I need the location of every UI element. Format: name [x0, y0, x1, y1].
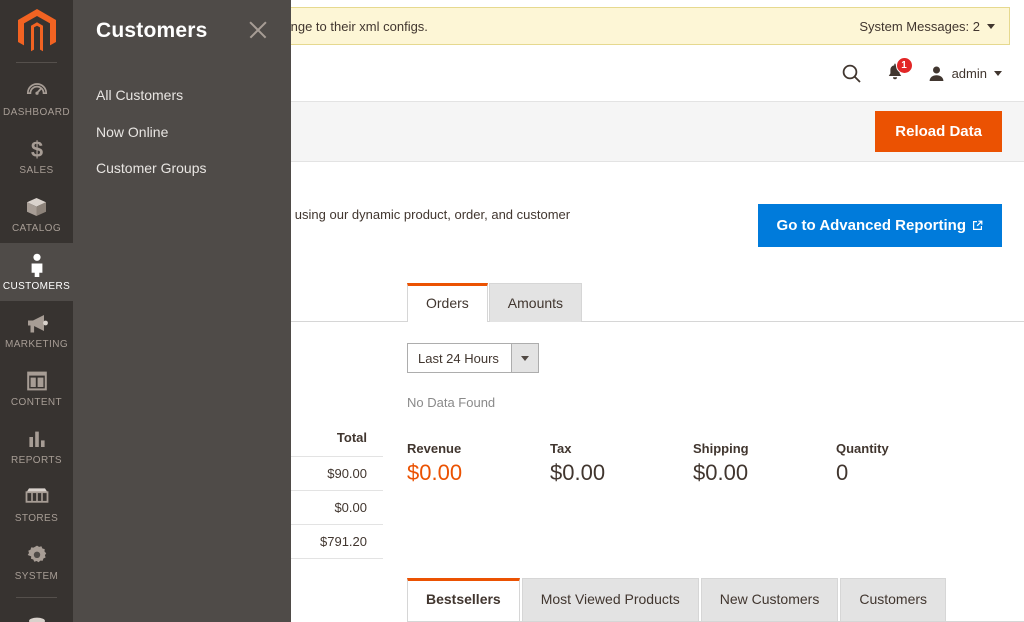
gear-icon	[2, 542, 71, 568]
bar-chart-icon	[2, 426, 71, 452]
dollar-icon: $	[2, 136, 71, 162]
sidebar-item-customers[interactable]: CUSTOMERS	[0, 243, 73, 301]
tab-amounts[interactable]: Amounts	[488, 283, 583, 322]
tab-new-customers[interactable]: New Customers	[700, 578, 839, 621]
sidebar-item-label: STORES	[14, 513, 59, 524]
svg-text:$: $	[30, 137, 42, 162]
user-avatar-icon	[929, 66, 943, 81]
box-icon	[2, 194, 71, 220]
tab-most-viewed-products[interactable]: Most Viewed Products	[521, 578, 699, 621]
sidebar-item-content[interactable]: CONTENT	[0, 359, 73, 417]
sidebar-item-label: CATALOG	[11, 223, 62, 234]
search-icon[interactable]	[841, 63, 862, 84]
stat-revenue: Revenue $0.00	[407, 441, 550, 486]
flyout-item-customer-groups[interactable]: Customer Groups	[73, 157, 291, 194]
sidebar-item-label: SALES	[19, 165, 54, 176]
sidebar-item-label: CUSTOMERS	[2, 281, 71, 292]
stat-quantity: Quantity 0	[836, 441, 979, 486]
sidebar-item-label: DASHBOARD	[3, 107, 70, 118]
stat-label: Tax	[550, 441, 572, 456]
chevron-down-icon	[994, 70, 1002, 76]
user-menu[interactable]: admin	[928, 65, 1002, 82]
sidebar-item-system[interactable]: SYSTEM	[0, 533, 73, 591]
sidebar-item-label: CONTENT	[10, 397, 63, 408]
extension-box-icon	[2, 613, 71, 622]
period-select[interactable]: Last 24 Hours	[407, 343, 539, 373]
admin-dashboard-page: ave been reset because of a change to th…	[0, 0, 1024, 622]
sidebar-item-label: MARKETING	[4, 339, 69, 350]
notifications-button[interactable]: 1	[885, 56, 913, 84]
go-to-advanced-reporting-button[interactable]: Go to Advanced Reporting	[757, 204, 1002, 247]
tab-bestsellers[interactable]: Bestsellers	[407, 578, 520, 621]
notifications-badge: 1	[895, 56, 913, 74]
chevron-down-icon	[987, 23, 995, 29]
flyout-header: Customers	[73, 0, 291, 62]
person-icon	[2, 252, 71, 278]
tab-orders[interactable]: Orders	[407, 283, 488, 322]
stat-shipping: Shipping $0.00	[693, 441, 836, 486]
period-select-value: Last 24 Hours	[418, 350, 499, 366]
sidebar-item-find-partners-extensions[interactable]: FIND PARTNERS & EXTENSIONS	[0, 604, 73, 622]
chevron-down-icon[interactable]	[510, 344, 538, 372]
flyout-title: Customers	[96, 19, 208, 42]
flyout-links: All Customers Now Online Customer Groups	[73, 62, 291, 194]
storefront-icon	[2, 484, 71, 510]
tab-customers[interactable]: Customers	[840, 578, 947, 621]
customers-flyout-menu: Customers All Customers Now Online Custo…	[73, 0, 291, 622]
stats-row: Revenue $0.00 Tax $0.00 Shipping $0.00 Q…	[407, 441, 1002, 486]
layout-icon	[2, 368, 71, 394]
sidebar-item-catalog[interactable]: CATALOG	[0, 185, 73, 243]
sidebar-nav: DASHBOARD $ SALES CATALOG CUSTOMERS MARK…	[0, 0, 73, 622]
magento-logo[interactable]	[0, 0, 73, 62]
sidebar-item-label: SYSTEM	[14, 571, 59, 582]
stat-label: Quantity	[836, 441, 889, 456]
stat-tax: Tax $0.00	[550, 441, 693, 486]
user-name-label: admin	[951, 65, 987, 81]
sidebar-item-marketing[interactable]: MARKETING	[0, 301, 73, 359]
stat-value: $0.00	[550, 460, 606, 485]
sidebar-item-sales[interactable]: $ SALES	[0, 127, 73, 185]
system-messages-toggle[interactable]: System Messages: 2	[859, 19, 995, 34]
stat-label: Shipping	[693, 441, 749, 456]
sidebar-divider-bottom	[16, 597, 57, 598]
bottom-tabs: Bestsellers Most Viewed Products New Cus…	[407, 578, 1024, 622]
sidebar-item-label: REPORTS	[11, 455, 62, 466]
sidebar-item-stores[interactable]: STORES	[0, 475, 73, 533]
sidebar-item-dashboard[interactable]: DASHBOARD	[0, 69, 73, 127]
sidebar-divider-top	[16, 62, 57, 63]
dashboard-gauge-icon	[2, 78, 71, 104]
stat-value: 0	[836, 460, 849, 485]
sidebar-item-reports[interactable]: REPORTS	[0, 417, 73, 475]
stat-label: Revenue	[407, 441, 462, 456]
flyout-item-now-online[interactable]: Now Online	[73, 121, 291, 158]
advanced-reporting-button-label: Go to Advanced Reporting	[776, 217, 966, 234]
system-messages-count-label: System Messages: 2	[859, 18, 980, 34]
reload-data-button[interactable]: Reload Data	[875, 111, 1002, 152]
stat-value: $0.00	[693, 460, 749, 485]
stat-value: $0.00	[407, 460, 463, 485]
external-link-icon	[973, 220, 983, 230]
close-x-icon[interactable]	[245, 17, 271, 43]
megaphone-icon	[2, 310, 71, 336]
flyout-item-all-customers[interactable]: All Customers	[73, 84, 291, 121]
no-data-label: No Data Found	[407, 395, 496, 410]
